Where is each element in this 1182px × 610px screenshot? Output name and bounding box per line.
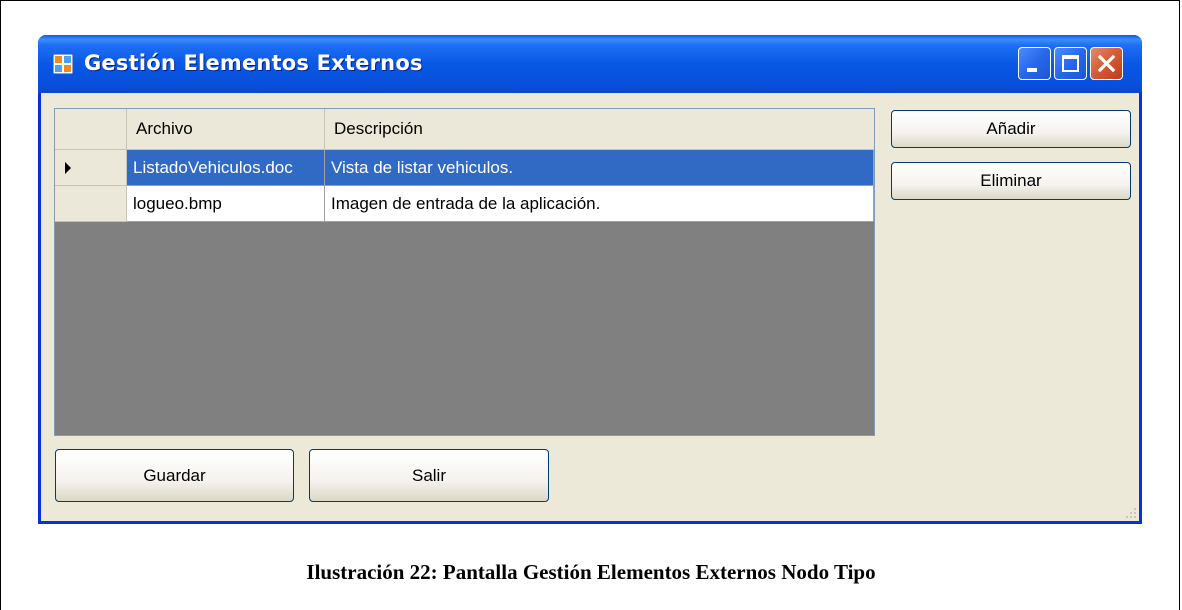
row-header-corner: [55, 109, 127, 149]
app-window-icon: [53, 54, 73, 74]
cell-descripcion[interactable]: Vista de listar vehiculos.: [325, 150, 874, 186]
resize-grip-icon[interactable]: [1123, 505, 1137, 519]
maximize-button[interactable]: [1054, 47, 1087, 80]
row-header[interactable]: [55, 186, 127, 222]
row-header[interactable]: [55, 150, 127, 186]
files-grid[interactable]: Archivo Descripción ListadoVehiculos.doc…: [54, 108, 875, 436]
add-button[interactable]: Añadir: [891, 110, 1131, 148]
cell-descripcion[interactable]: Imagen de entrada de la aplicación.: [325, 186, 874, 222]
column-header-descripcion[interactable]: Descripción: [325, 109, 874, 149]
title-bar[interactable]: Gestión Elementos Externos: [38, 35, 1142, 93]
cell-archivo[interactable]: logueo.bmp: [127, 186, 325, 222]
table-row[interactable]: logueo.bmp Imagen de entrada de la aplic…: [55, 186, 874, 222]
figure-caption: Ilustración 22: Pantalla Gestión Element…: [306, 560, 876, 584]
close-icon: [1097, 54, 1116, 73]
column-header-archivo[interactable]: Archivo: [127, 109, 325, 149]
window-title: Gestión Elementos Externos: [84, 51, 423, 75]
current-row-arrow-icon: [65, 162, 71, 174]
maximize-icon: [1062, 55, 1079, 72]
cell-archivo[interactable]: ListadoVehiculos.doc: [127, 150, 325, 186]
minimize-button[interactable]: [1018, 47, 1051, 80]
minimize-icon: [1027, 68, 1037, 72]
table-row[interactable]: ListadoVehiculos.doc Vista de listar veh…: [55, 150, 874, 186]
save-button[interactable]: Guardar: [55, 449, 294, 502]
delete-button[interactable]: Eliminar: [891, 162, 1131, 200]
grid-header: Archivo Descripción: [55, 109, 874, 150]
close-button[interactable]: [1090, 47, 1123, 80]
app-window: Gestión Elementos Externos Archivo Descr…: [38, 35, 1142, 524]
exit-button[interactable]: Salir: [309, 449, 549, 502]
